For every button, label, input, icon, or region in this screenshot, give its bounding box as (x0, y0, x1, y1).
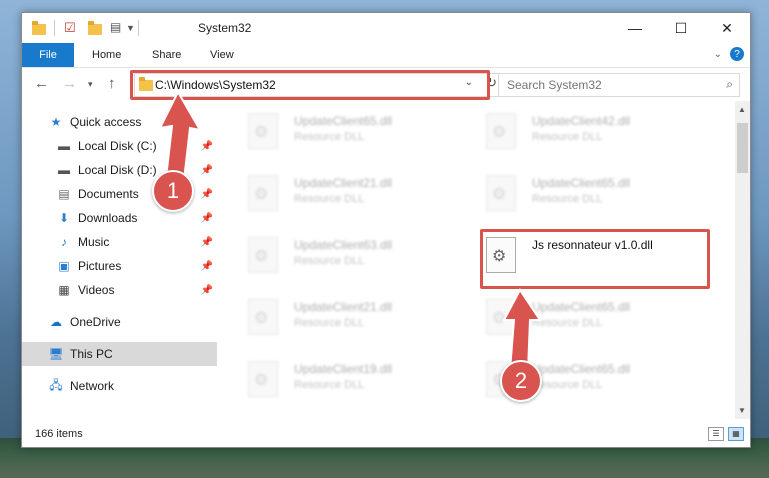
nav-item-music[interactable]: ♪ Music 📌 (22, 230, 217, 254)
status-bar: 166 items ☰ ▦ (22, 421, 750, 447)
tab-home[interactable]: Home (92, 43, 121, 67)
file-item[interactable]: ⚙ UpdateClient63.dll Resource DLL (248, 235, 468, 281)
nav-item-onedrive[interactable]: ☁ OneDrive (22, 310, 217, 334)
tab-file[interactable]: File (22, 43, 74, 67)
scroll-up-icon[interactable]: ▲ (738, 105, 746, 114)
file-highlight-box (480, 229, 710, 289)
navigation-pane: ★ Quick access ▬ Local Disk (C:) 📌 ▬ Loc… (22, 101, 217, 419)
large-icons-view-icon[interactable]: ▦ (728, 427, 744, 441)
file-item[interactable]: ⚙ UpdateClient21.dll Resource DLL (248, 173, 468, 219)
pin-icon: 📌 (200, 212, 213, 224)
folder-icon (32, 20, 46, 35)
maximize-button[interactable]: ☐ (658, 13, 704, 43)
ribbon-tabs: File Home Share View ⌄ ? (22, 43, 750, 68)
pin-icon: 📌 (200, 140, 213, 152)
view-toggle-icon[interactable]: ▤ (110, 20, 121, 34)
scroll-down-icon[interactable]: ▼ (738, 406, 746, 415)
file-item[interactable]: ⚙ UpdateClient65.dll Resource DLL (248, 111, 468, 157)
divider (54, 20, 55, 36)
onedrive-icon: ☁ (50, 315, 62, 329)
drive-icon: ▬ (58, 139, 70, 153)
documents-icon: ▤ (58, 187, 70, 201)
dll-file-icon: ⚙ (248, 361, 278, 397)
new-folder-icon[interactable] (88, 20, 102, 35)
step-1-callout: 1 (152, 170, 194, 212)
drive-icon: ▬ (58, 163, 70, 177)
star-icon: ★ (50, 115, 62, 129)
file-item[interactable]: ⚙ UpdateClient42.dll Resource DLL (486, 111, 706, 157)
tab-view[interactable]: View (210, 43, 234, 67)
scroll-thumb[interactable] (737, 123, 748, 173)
back-arrow-icon[interactable]: ← (34, 75, 49, 92)
explorer-window: ☑ ▤ ▼ System32 — ☐ ✕ File Home Share Vie… (21, 12, 751, 448)
videos-icon: ▦ (58, 283, 70, 297)
up-arrow-icon[interactable]: ↑ (108, 75, 116, 92)
recent-locations-icon[interactable]: ▾ (88, 79, 93, 90)
window-title: System32 (198, 21, 252, 35)
close-button[interactable]: ✕ (704, 13, 750, 43)
file-item[interactable]: ⚙ UpdateClient21.dll Resource DLL (248, 297, 468, 343)
nav-item-quick-access[interactable]: ★ Quick access (22, 110, 217, 134)
chevron-down-icon[interactable]: ▼ (126, 23, 135, 33)
minimize-button[interactable]: — (612, 13, 658, 43)
search-input[interactable] (505, 74, 709, 96)
file-item[interactable]: ⚙ UpdateClient65.dll Resource DLL (486, 173, 706, 219)
title-bar: ☑ ▤ ▼ System32 — ☐ ✕ (22, 13, 750, 43)
pictures-icon: ▣ (58, 259, 70, 273)
help-icon[interactable]: ? (730, 47, 744, 61)
expand-ribbon-icon[interactable]: ⌄ (714, 49, 722, 60)
pin-icon: 📌 (200, 260, 213, 272)
nav-item-downloads[interactable]: ⬇ Downloads 📌 (22, 206, 217, 230)
dll-file-icon: ⚙ (248, 175, 278, 211)
dll-file-icon: ⚙ (248, 299, 278, 335)
vertical-scrollbar[interactable]: ▲ ▼ (735, 101, 750, 419)
dll-file-icon: ⚙ (486, 113, 516, 149)
search-box[interactable]: ⌕ (498, 73, 740, 97)
nav-item-this-pc[interactable]: 🖥 This PC (22, 342, 217, 366)
dll-file-icon: ⚙ (248, 237, 278, 273)
music-icon: ♪ (61, 235, 67, 249)
pin-icon: 📌 (200, 284, 213, 296)
pin-icon: 📌 (200, 236, 213, 248)
divider (138, 20, 139, 36)
details-view-icon[interactable]: ☰ (708, 427, 724, 441)
network-icon: 🖧 (49, 377, 63, 392)
address-highlight-box (130, 70, 490, 100)
file-item[interactable]: ⚙ UpdateClient19.dll Resource DLL (248, 359, 468, 405)
item-count: 166 items (35, 428, 83, 440)
nav-item-local-disk-c[interactable]: ▬ Local Disk (C:) 📌 (22, 134, 217, 158)
tab-share[interactable]: Share (152, 43, 181, 67)
properties-icon[interactable]: ☑ (64, 20, 76, 36)
nav-item-videos[interactable]: ▦ Videos 📌 (22, 278, 217, 302)
dll-file-icon: ⚙ (486, 175, 516, 211)
nav-item-pictures[interactable]: ▣ Pictures 📌 (22, 254, 217, 278)
pin-icon: 📌 (200, 164, 213, 176)
thispc-icon: 🖥 (48, 347, 64, 361)
step-2-callout: 2 (500, 360, 542, 402)
nav-item-network[interactable]: 🖧 Network (22, 374, 217, 398)
forward-arrow-icon[interactable]: → (62, 75, 77, 92)
downloads-icon: ⬇ (58, 211, 70, 225)
pin-icon: 📌 (200, 188, 213, 200)
file-item[interactable]: ⚙ UpdateClient65.dll Resource DLL (486, 297, 706, 343)
dll-file-icon: ⚙ (486, 299, 516, 335)
dll-file-icon: ⚙ (248, 113, 278, 149)
search-icon[interactable]: ⌕ (726, 77, 733, 92)
